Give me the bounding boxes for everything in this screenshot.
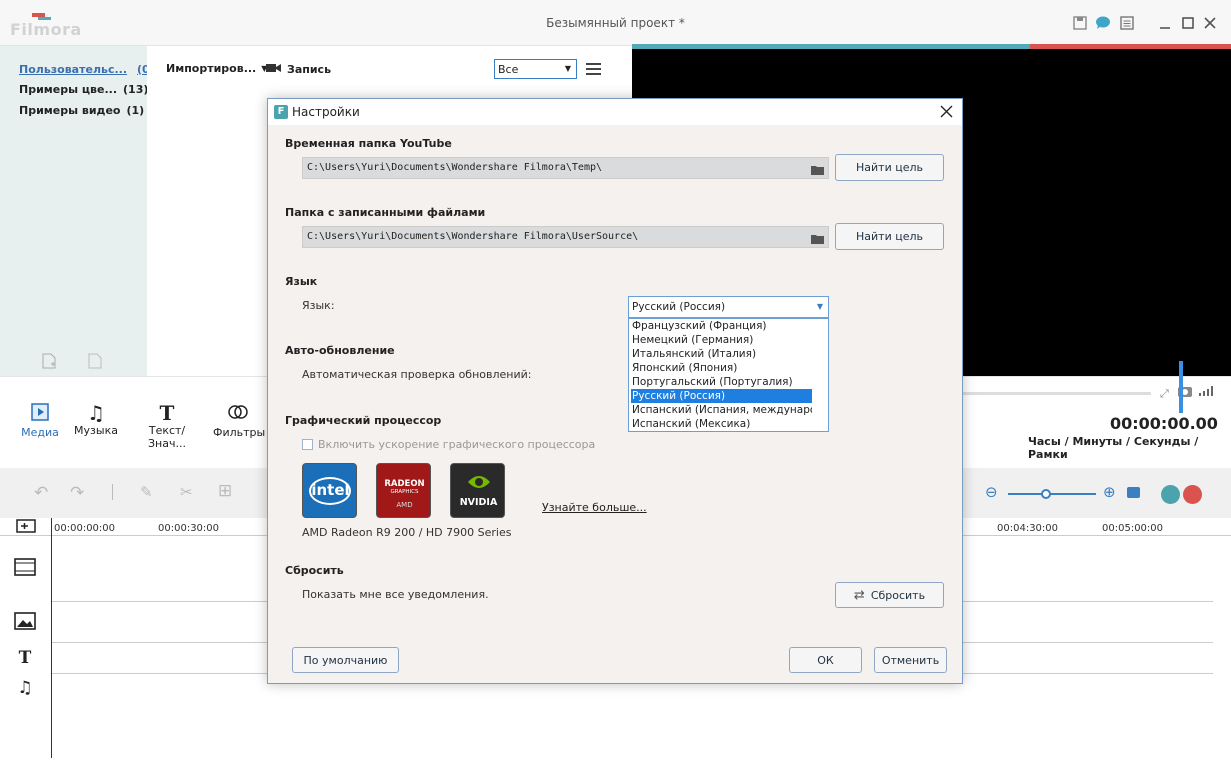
language-option[interactable]: Немецкий (Германия): [631, 333, 812, 347]
cancel-button[interactable]: Отменить: [874, 647, 947, 673]
language-heading: Язык: [285, 275, 318, 288]
ruler-label: 00:04:30:00: [997, 523, 1059, 534]
ruler-label: 00:00:30:00: [158, 523, 220, 534]
language-option-selected[interactable]: Русский (Россия): [631, 389, 812, 403]
nvidia-logo: NVIDIA: [450, 463, 505, 518]
language-option[interactable]: Испанский (Мексика): [631, 417, 812, 431]
filters-icon: [213, 402, 263, 426]
recorded-path-field[interactable]: C:\Users\Yuri\Documents\Wondershare Film…: [302, 226, 829, 248]
recorded-folder-heading: Папка с записанными файлами: [285, 206, 486, 219]
default-button[interactable]: По умолчанию: [292, 647, 399, 673]
zoom-slider[interactable]: [1008, 493, 1096, 495]
refresh-icon: ⇄: [853, 587, 865, 603]
close-window-icon[interactable]: [1202, 16, 1218, 32]
playhead[interactable]: [51, 518, 52, 758]
remove-folder-icon[interactable]: [88, 353, 102, 372]
browse-recorded-button[interactable]: Найти цель: [835, 223, 944, 250]
reset-notifications-button[interactable]: ⇄ Сбросить: [835, 582, 944, 608]
ruler-label: 00:00:00:00: [54, 523, 116, 534]
zoom-in-icon[interactable]: ⊕: [1103, 483, 1116, 501]
youtube-path-field[interactable]: C:\Users\Yuri\Documents\Wondershare Film…: [302, 157, 829, 179]
edit-pencil-icon[interactable]: ✎: [140, 483, 153, 501]
crop-icon[interactable]: ⊞: [218, 481, 232, 501]
dialog-title-bar: F Настройки: [268, 99, 962, 125]
intel-logo: intel: [302, 463, 357, 518]
tab-media[interactable]: Медиа: [20, 402, 60, 439]
tab-filters[interactable]: Фильтры: [213, 402, 265, 439]
language-option[interactable]: Японский (Япония): [631, 361, 812, 375]
zoom-slider-handle[interactable]: [1041, 489, 1051, 499]
reset-heading: Сбросить: [285, 564, 344, 577]
media-icon: [20, 402, 60, 426]
toolbar-divider: [112, 484, 113, 500]
folder-icon[interactable]: [811, 232, 824, 252]
auto-update-heading: Авто-обновление: [285, 344, 395, 357]
chevron-down-icon: ▼: [816, 302, 823, 311]
add-folder-icon[interactable]: [42, 353, 56, 373]
window-title: Безымянный проект *: [546, 16, 685, 30]
language-select[interactable]: Русский (Россия) ▼: [628, 296, 829, 318]
save-icon[interactable]: [1072, 16, 1088, 32]
language-option[interactable]: Португальский (Португалия): [631, 375, 812, 389]
auto-update-label: Автоматическая проверка обновлений:: [302, 368, 532, 381]
fullscreen-icon[interactable]: ⤢: [1160, 387, 1169, 401]
radeon-logo: RADEON GRAPHICS AMD: [376, 463, 431, 518]
ok-button[interactable]: ОК: [789, 647, 862, 673]
record-button[interactable]: Запись: [266, 62, 331, 76]
language-option[interactable]: Итальянский (Италия): [631, 347, 812, 361]
list-view-icon[interactable]: [586, 62, 601, 78]
chevron-down-icon: ▼: [564, 64, 571, 73]
close-icon[interactable]: [940, 105, 953, 121]
undo-icon[interactable]: ↶: [34, 483, 48, 503]
maximize-icon[interactable]: [1180, 16, 1196, 32]
sidebar-item-color-samples[interactable]: Примеры цве... (13): [19, 83, 148, 96]
red-circle-icon[interactable]: [1183, 485, 1202, 504]
learn-more-link[interactable]: Узнайте больше...: [542, 501, 647, 514]
menu-list-icon[interactable]: [1119, 16, 1135, 32]
language-option[interactable]: Французский (Франция): [631, 319, 812, 333]
browse-youtube-button[interactable]: Найти цель: [835, 154, 944, 181]
checkbox-box[interactable]: [302, 439, 313, 450]
dialog-title: Настройки: [292, 105, 360, 119]
text-t-icon: T: [159, 401, 175, 425]
settings-dialog: F Настройки Временная папка YouTube C:\U…: [267, 98, 1183, 684]
teal-circle-icon[interactable]: [1161, 485, 1180, 504]
language-dropdown-list[interactable]: Французский (Франция) Немецкий (Германия…: [628, 318, 1183, 432]
gpu-model-label: AMD Radeon R9 200 / HD 7900 Series: [302, 526, 512, 539]
redo-icon[interactable]: ↷: [70, 483, 84, 503]
gpu-acceleration-checkbox[interactable]: Включить ускорение графического процессо…: [302, 438, 595, 451]
split-scissors-icon[interactable]: ✂: [180, 483, 193, 501]
chat-icon[interactable]: [1095, 16, 1111, 32]
language-option[interactable]: Испанский (Испания, международ: [631, 403, 812, 417]
timecode-display: 00:00:00.00: [1110, 414, 1218, 433]
text-track-icon: T: [18, 648, 32, 668]
youtube-folder-heading: Временная папка YouTube: [285, 137, 452, 150]
image-track-icon: [14, 611, 36, 633]
music-note-icon: ♫: [87, 401, 105, 425]
zoom-out-icon[interactable]: ⊖: [985, 483, 998, 501]
dropdown-scrollbar[interactable]: [1179, 361, 1183, 413]
tab-text[interactable]: T Текст/Знач...: [133, 402, 201, 450]
language-label: Язык:: [302, 299, 335, 312]
import-dropdown[interactable]: Импортиров... ▼: [166, 62, 267, 75]
playback-slider[interactable]: [963, 392, 1151, 395]
minimize-icon[interactable]: [1157, 16, 1173, 32]
volume-bars-icon[interactable]: [1199, 386, 1213, 399]
reset-label: Показать мне все уведомления.: [302, 588, 489, 601]
camera-icon: [266, 62, 281, 76]
video-track-icon: [14, 557, 36, 579]
ruler-label: 00:05:00:00: [1102, 523, 1164, 534]
tab-music[interactable]: ♫ Музыка: [74, 402, 118, 437]
add-track-icon[interactable]: [16, 519, 36, 536]
audio-track-icon: ♫: [17, 678, 33, 698]
sidebar-item-video-samples[interactable]: Примеры видео (1): [19, 104, 144, 117]
timecode-units: Часы / Минуты / Секунды / Рамки: [1028, 435, 1199, 461]
filter-select[interactable]: Все ▼: [494, 59, 577, 79]
title-bar: Filmora Безымянный проект *: [0, 0, 1231, 46]
gpu-heading: Графический процессор: [285, 414, 442, 427]
folder-icon[interactable]: [811, 163, 824, 183]
filmora-app-icon: F: [274, 105, 288, 119]
fit-timeline-icon[interactable]: [1127, 487, 1140, 498]
